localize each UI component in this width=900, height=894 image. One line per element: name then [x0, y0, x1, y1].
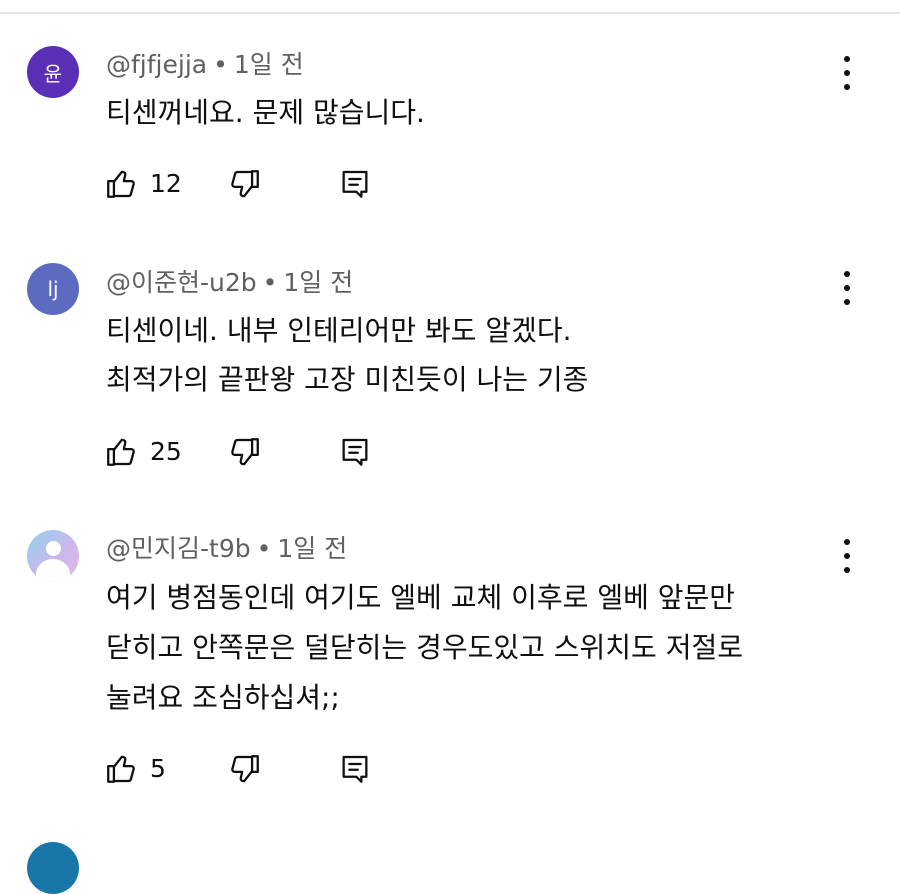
comment-line: 최적가의 끝판왕 고장 미친듯이 나는 기종	[106, 363, 589, 396]
thumb-down-icon	[231, 438, 259, 466]
like-button[interactable]: 25	[104, 434, 182, 470]
comment-line: 티센이네. 내부 인테리어만 봐도 알겠다.	[106, 314, 572, 347]
default-avatar-head	[46, 541, 61, 556]
dislike-button[interactable]	[228, 434, 262, 470]
more-vertical-icon[interactable]	[836, 56, 858, 90]
thumb-down-icon	[231, 170, 259, 198]
separator-dot: •	[262, 268, 278, 297]
timestamp[interactable]: 1일 전	[283, 268, 353, 297]
comment-meta: @fjfjejja • 1일 전	[106, 50, 304, 80]
comment-line: 여기 병점동인데 여기도 엘베 교체 이후로 엘베 앞문만	[106, 581, 736, 614]
separator-dot: •	[256, 534, 272, 563]
like-count: 25	[150, 437, 182, 466]
next-comment-avatar[interactable]	[27, 842, 79, 894]
like-count: 12	[150, 169, 182, 198]
comment-text: 티센꺼네요. 문제 많습니다.	[106, 91, 425, 135]
username[interactable]: @이준현-u2b	[106, 268, 257, 297]
avatar-initial: lj	[47, 277, 59, 301]
thumb-up-icon	[107, 170, 135, 198]
avatar[interactable]: lj	[27, 263, 79, 315]
avatar[interactable]: 윤	[27, 46, 79, 98]
separator-dot: •	[213, 50, 228, 79]
comment-meta: @민지김-t9b • 1일 전	[106, 534, 347, 564]
timestamp[interactable]: 1일 전	[277, 534, 347, 563]
reply-icon	[342, 170, 368, 198]
default-avatar-body	[36, 559, 70, 582]
thumb-up-icon	[107, 438, 135, 466]
avatar[interactable]	[27, 530, 79, 582]
reply-icon	[342, 755, 368, 783]
username[interactable]: @민지김-t9b	[106, 534, 251, 563]
comment-line: 눌려요 조심하십셔;;	[106, 681, 340, 714]
comment-text: 티센이네. 내부 인테리어만 봐도 알겠다. 최적가의 끝판왕 고장 미친듯이 …	[106, 309, 588, 402]
more-vertical-icon[interactable]	[836, 539, 858, 573]
thumb-down-icon	[231, 755, 259, 783]
like-button[interactable]: 12	[104, 166, 182, 202]
comment-meta: @이준현-u2b • 1일 전	[106, 268, 353, 298]
reply-button[interactable]	[338, 751, 372, 787]
like-count: 5	[150, 754, 166, 783]
like-button[interactable]: 5	[104, 751, 166, 787]
comment-text: 여기 병점동인데 여기도 엘베 교체 이후로 엘베 앞문만 닫히고 안쪽문은 덜…	[106, 576, 743, 720]
reply-button[interactable]	[338, 434, 372, 470]
top-divider	[0, 12, 900, 14]
username[interactable]: @fjfjejja	[106, 50, 207, 79]
avatar-initial: 윤	[43, 61, 63, 86]
dislike-button[interactable]	[228, 751, 262, 787]
dislike-button[interactable]	[228, 166, 262, 202]
reply-icon	[342, 438, 368, 466]
more-vertical-icon[interactable]	[836, 271, 858, 305]
comment-line: 닫히고 안쪽문은 덜닫히는 경우도있고 스위치도 저절로	[106, 631, 743, 664]
comment-line: 티센꺼네요. 문제 많습니다.	[106, 96, 425, 129]
reply-button[interactable]	[338, 166, 372, 202]
timestamp[interactable]: 1일 전	[234, 50, 304, 79]
thumb-up-icon	[107, 755, 135, 783]
